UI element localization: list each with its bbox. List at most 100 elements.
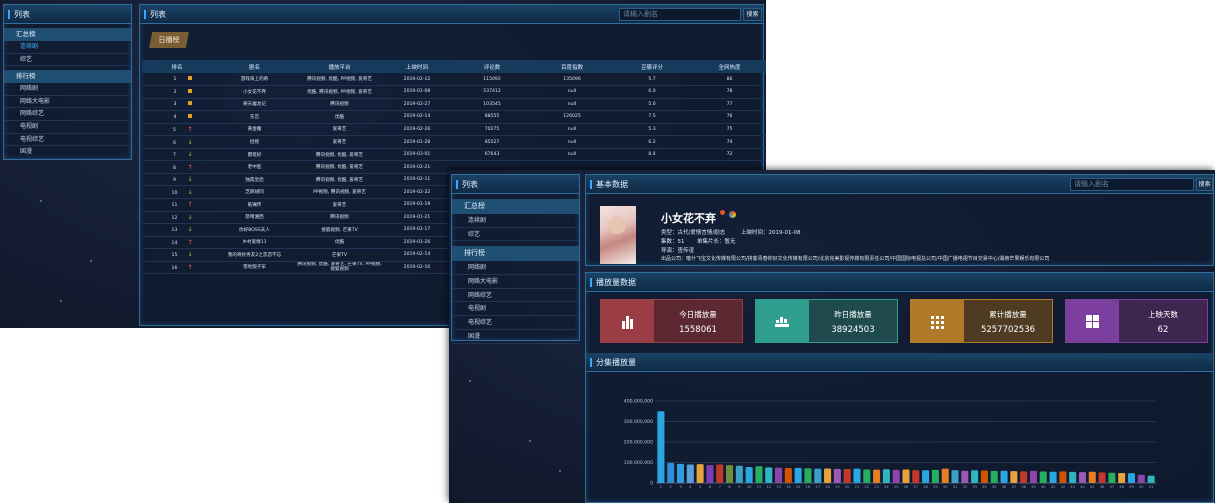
- episode-bar[interactable]: [863, 469, 871, 483]
- sidebar-item-tv-variety[interactable]: 电视综艺: [4, 134, 131, 147]
- episode-bar[interactable]: [1000, 470, 1008, 483]
- episode-bar[interactable]: [922, 470, 930, 483]
- x-tick-label: 7: [719, 485, 721, 489]
- episode-bar[interactable]: [667, 462, 675, 483]
- episode-bar[interactable]: [814, 468, 822, 483]
- search-button[interactable]: 搜索: [1196, 178, 1213, 191]
- episode-bar[interactable]: [1029, 470, 1037, 483]
- sidebar-item-tv-variety[interactable]: 电视综艺: [452, 316, 579, 330]
- search-input[interactable]: 请输入剧名: [1070, 178, 1194, 191]
- table-row[interactable]: 4 东宫 优酷 2019-02-14 88555 126025 7.5 76: [142, 110, 766, 124]
- episode-bar[interactable]: [676, 463, 685, 483]
- episode-bar[interactable]: [765, 467, 773, 483]
- episode-bar[interactable]: [853, 468, 861, 483]
- sidebar-item-web-movie[interactable]: 网络大电影: [4, 96, 131, 109]
- tab-daily[interactable]: 日播榜: [149, 32, 189, 48]
- sidebar-item-web-drama[interactable]: 网络剧: [4, 83, 131, 96]
- episode-bar[interactable]: [892, 469, 900, 483]
- table-row[interactable]: 1 游戏海上的奇 腾讯视频, 优酷, PP视频, 爱奇艺 2019-02-12 1150…: [142, 73, 766, 87]
- table-row[interactable]: 2 小女花不弃 优酷, 腾讯视频, PP视频, 爱奇艺 2019-01-08 53741…: [142, 85, 766, 99]
- episode-bar[interactable]: [1059, 471, 1067, 483]
- episode-bar[interactable]: [882, 469, 890, 483]
- episode-bar[interactable]: [716, 464, 724, 483]
- platform-cell: 腾讯视频, 优酷, 爱奇艺, 芒果TV, PP视频, 搜狐视频: [297, 261, 382, 275]
- episode-bar[interactable]: [1010, 471, 1018, 483]
- episode-bar[interactable]: [833, 468, 841, 483]
- sidebar-item-variety[interactable]: 综艺: [4, 54, 131, 67]
- episode-bar[interactable]: [1108, 472, 1116, 483]
- episode-bar[interactable]: [1020, 471, 1028, 483]
- sidebar-group-ranking[interactable]: 排行榜: [452, 246, 579, 262]
- sidebar-item-tv-drama[interactable]: 电视剧: [4, 121, 131, 134]
- sidebar-item-web-variety[interactable]: 网络综艺: [4, 108, 131, 121]
- col-rank[interactable]: 排名: [142, 60, 212, 73]
- episode-bar[interactable]: [794, 467, 802, 483]
- col-baidu[interactable]: 百度指数: [532, 60, 612, 73]
- episode-bar[interactable]: [696, 464, 704, 483]
- sidebar-item-anime[interactable]: 国漫: [452, 330, 579, 344]
- episode-bar[interactable]: [686, 464, 694, 483]
- x-tick-label: 6: [709, 485, 712, 489]
- episode-bar[interactable]: [706, 464, 714, 483]
- col-douban[interactable]: 豆瓣评分: [612, 60, 692, 73]
- x-tick-label: 12: [766, 485, 771, 489]
- search-button[interactable]: 搜索: [743, 8, 762, 21]
- episode-bar[interactable]: [1137, 474, 1145, 483]
- episode-bar[interactable]: [755, 466, 763, 483]
- col-comments[interactable]: 评论数: [452, 60, 532, 73]
- episode-bar[interactable]: [961, 470, 969, 483]
- episode-bar[interactable]: [1088, 471, 1096, 483]
- episode-bar[interactable]: [657, 411, 665, 483]
- episode-bar[interactable]: [804, 468, 812, 483]
- table-row[interactable]: 3 倚天屠龙记 腾讯视频 2019-02-27 103545 null 5.0 77: [142, 98, 766, 112]
- sidebar-item-anime[interactable]: 国漫: [4, 146, 131, 159]
- episode-bar[interactable]: [824, 468, 832, 483]
- episode-bar[interactable]: [745, 467, 753, 483]
- y-tick-label: 100,000,000: [624, 460, 653, 466]
- x-tick-label: 23: [874, 485, 879, 489]
- search-input[interactable]: 请输入剧名: [619, 8, 741, 21]
- douban-cell: 7.5: [612, 110, 692, 124]
- episode-bar[interactable]: [980, 470, 988, 483]
- episode-bar[interactable]: [912, 470, 920, 483]
- table-row[interactable]: 5 ↑ 黄金瞳 爱奇艺 2019-02-26 70275 null 5.3 75: [142, 123, 766, 137]
- episode-bar[interactable]: [902, 469, 910, 483]
- episode-bar[interactable]: [735, 465, 743, 483]
- episode-bar[interactable]: [843, 469, 851, 483]
- episode-bar[interactable]: [1049, 471, 1057, 483]
- episode-bar[interactable]: [990, 470, 998, 483]
- table-row[interactable]: 6 ↓ 招摇 爱奇艺 2019-01-28 85527 null 6.2 74: [142, 135, 766, 149]
- episode-bar[interactable]: [1039, 471, 1047, 483]
- sidebar-group-summary[interactable]: 汇总榜: [452, 199, 579, 214]
- episode-bar[interactable]: [1078, 472, 1086, 483]
- col-name[interactable]: 剧名: [212, 60, 297, 73]
- sidebar-item-web-variety[interactable]: 网络综艺: [452, 289, 579, 303]
- comments-cell: 67643: [452, 148, 532, 162]
- col-platform[interactable]: 播放平台: [297, 60, 382, 73]
- x-tick-label: 8: [728, 485, 731, 489]
- sidebar-group-summary[interactable]: 汇总榜: [4, 28, 131, 41]
- episode-bar[interactable]: [951, 470, 959, 483]
- sidebar-group-ranking[interactable]: 排行榜: [4, 70, 131, 84]
- sidebar-item-series[interactable]: 连续剧: [452, 214, 579, 228]
- episode-bar[interactable]: [775, 467, 783, 483]
- col-date[interactable]: 上映时间: [382, 60, 452, 73]
- episode-bar[interactable]: [1098, 472, 1106, 483]
- sidebar-item-web-movie[interactable]: 网络大电影: [452, 275, 579, 289]
- sidebar-item-variety[interactable]: 综艺: [452, 228, 579, 242]
- episode-bar[interactable]: [941, 468, 949, 483]
- episode-bar[interactable]: [1127, 473, 1136, 483]
- episode-bar[interactable]: [971, 470, 979, 483]
- episode-bar[interactable]: [931, 469, 939, 483]
- episode-bar[interactable]: [726, 465, 734, 483]
- episode-bar[interactable]: [873, 469, 881, 483]
- sidebar-item-series[interactable]: 连续剧: [4, 41, 131, 54]
- episode-bar[interactable]: [784, 468, 792, 483]
- sidebar-item-tv-drama[interactable]: 电视剧: [452, 302, 579, 317]
- table-row[interactable]: 7 ↓ 都挺好 腾讯视频, 优酷, 爱奇艺 2019-03-01 67643 null 8.4…: [142, 148, 766, 162]
- episode-bar[interactable]: [1147, 475, 1155, 483]
- col-heat[interactable]: 全网热度: [692, 60, 766, 73]
- episode-bar[interactable]: [1069, 471, 1077, 483]
- sidebar-item-web-drama[interactable]: 网络剧: [452, 261, 579, 276]
- episode-bar[interactable]: [1118, 472, 1126, 483]
